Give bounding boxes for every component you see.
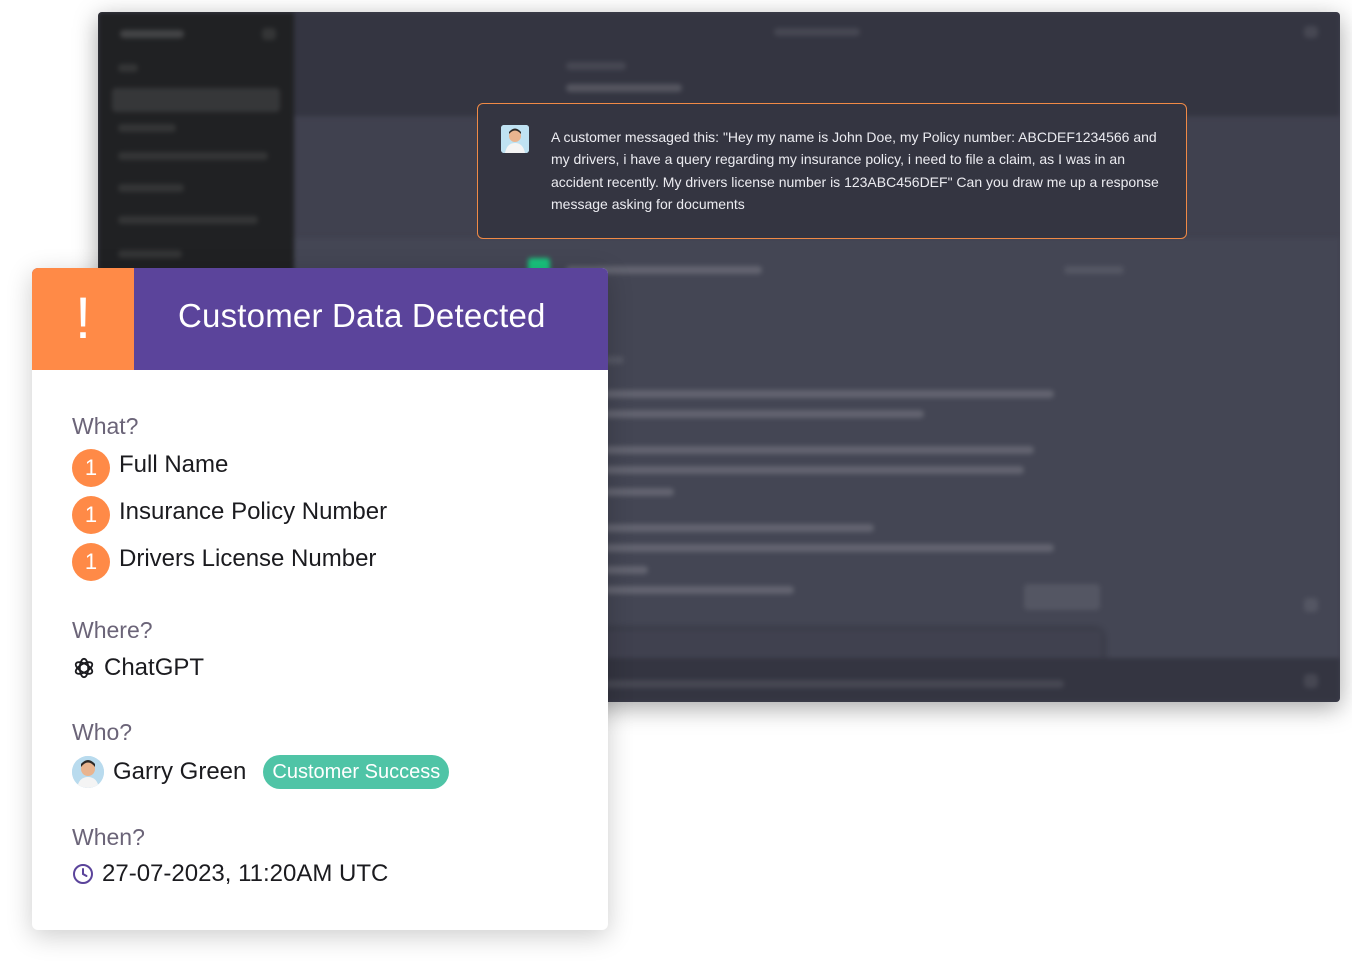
alert-title: Customer Data Detected (178, 297, 546, 334)
what-label: What? (72, 413, 139, 439)
count-badge: 1 (72, 449, 110, 487)
alert-header: ! Customer Data Detected (32, 268, 608, 370)
customer-data-alert-card: ! Customer Data Detected What? 1 Full Na… (32, 268, 608, 930)
prompt-message-text: A customer messaged this: "Hey my name i… (551, 129, 1159, 212)
user-avatar (72, 756, 104, 788)
who-value: Garry Green Customer Success (72, 755, 450, 789)
user-name: Garry Green (113, 758, 247, 785)
person-avatar-icon (501, 125, 529, 153)
where-value: ChatGPT (72, 654, 204, 682)
who-label: Who? (72, 719, 133, 745)
detected-item-label: Insurance Policy Number (119, 498, 388, 525)
where-label: Where? (72, 617, 153, 643)
detected-item-full-name: 1 Full Name (72, 446, 229, 487)
detected-item-label: Drivers License Number (119, 545, 377, 572)
when-label: When? (72, 824, 145, 850)
timestamp: 27-07-2023, 11:20AM UTC (102, 860, 389, 887)
warning-icon: ! (32, 268, 134, 370)
count-badge: 1 (72, 543, 110, 581)
team-badge: Customer Success (263, 755, 450, 789)
user-prompt-card: A customer messaged this: "Hey my name i… (477, 103, 1187, 239)
when-value: 27-07-2023, 11:20AM UTC (72, 860, 388, 888)
clock-icon (73, 864, 93, 884)
detected-item-label: Full Name (119, 451, 229, 478)
app-name: ChatGPT (104, 654, 205, 681)
user-avatar (501, 125, 529, 153)
topbar (294, 12, 1340, 52)
count-badge: 1 (72, 496, 110, 534)
detected-item-policy-number: 1 Insurance Policy Number (72, 493, 388, 534)
detected-item-drivers-license: 1 Drivers License Number (72, 540, 377, 581)
openai-icon (74, 657, 94, 679)
person-avatar-icon (72, 756, 104, 788)
